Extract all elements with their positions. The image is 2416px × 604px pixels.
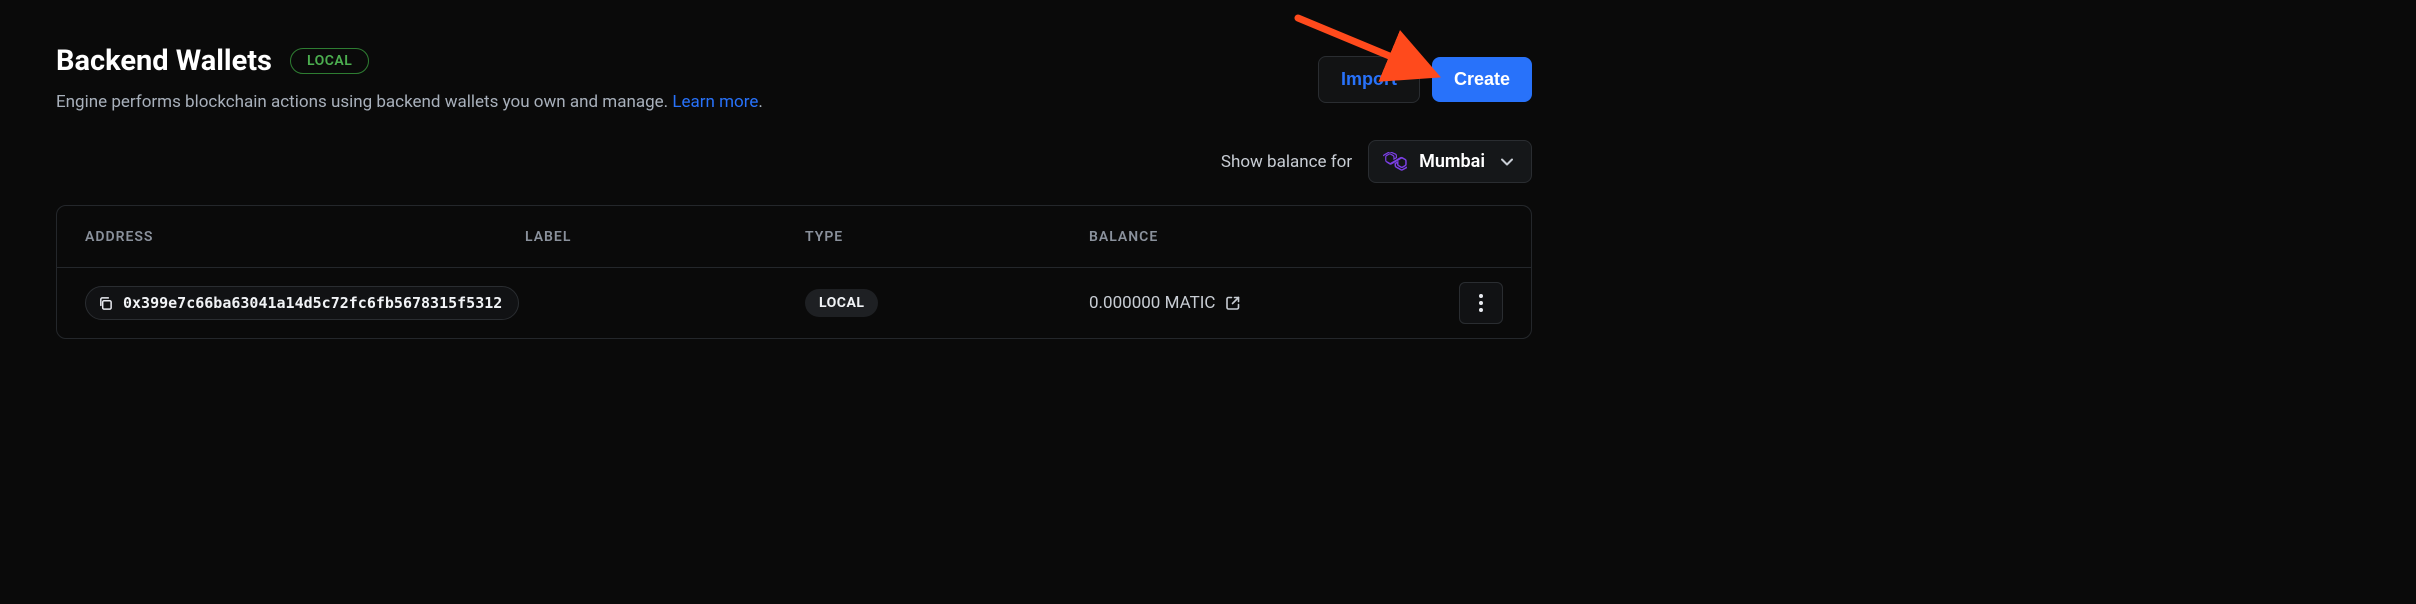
page-title: Backend Wallets xyxy=(56,44,272,78)
balance-text: 0.000000 MATIC xyxy=(1089,293,1215,313)
external-link-icon[interactable] xyxy=(1225,295,1241,311)
create-button[interactable]: Create xyxy=(1432,57,1532,102)
subtitle-text: Engine performs blockchain actions using… xyxy=(56,92,672,112)
table-header: ADDRESS LABEL TYPE BALANCE xyxy=(57,206,1531,268)
network-name: Mumbai xyxy=(1419,151,1485,172)
row-actions-button[interactable] xyxy=(1459,282,1503,324)
polygon-icon xyxy=(1383,152,1407,172)
import-button[interactable]: Import xyxy=(1318,56,1420,103)
address-text: 0x399e7c66ba63041a14d5c72fc6fb5678315f53… xyxy=(123,294,502,312)
balance-for-label: Show balance for xyxy=(1221,152,1352,172)
table-row: 0x399e7c66ba63041a14d5c72fc6fb5678315f53… xyxy=(57,268,1531,338)
type-pill: LOCAL xyxy=(805,289,878,317)
dots-vertical-icon xyxy=(1479,294,1483,312)
wallet-type-badge: LOCAL xyxy=(290,48,369,74)
page-subtitle: Engine performs blockchain actions using… xyxy=(56,92,763,112)
col-label: LABEL xyxy=(525,229,765,245)
wallets-table: ADDRESS LABEL TYPE BALANCE 0x399e7c66ba6… xyxy=(56,205,1532,339)
col-address: ADDRESS xyxy=(85,229,525,245)
chevron-down-icon xyxy=(1501,155,1513,169)
learn-more-link[interactable]: Learn more xyxy=(672,92,758,112)
network-select[interactable]: Mumbai xyxy=(1368,140,1532,183)
address-pill[interactable]: 0x399e7c66ba63041a14d5c72fc6fb5678315f53… xyxy=(85,286,519,320)
copy-icon xyxy=(98,296,113,311)
col-balance: BALANCE xyxy=(1089,229,1413,245)
col-type: TYPE xyxy=(765,229,1089,245)
